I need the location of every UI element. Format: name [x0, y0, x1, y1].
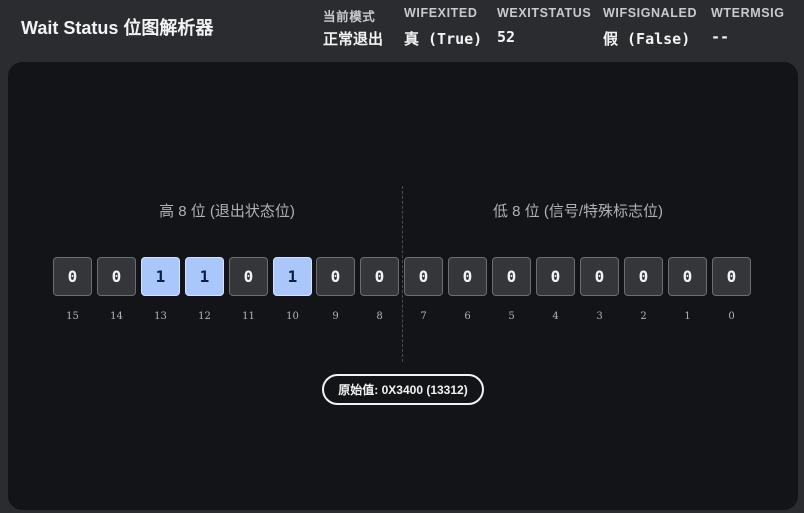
stat-wifexited-label: WIFEXITED	[404, 6, 478, 20]
bit-index-label-1: 1	[684, 311, 691, 322]
bit-cell-15[interactable]: 0	[53, 257, 92, 296]
bit-index-label-8: 8	[376, 311, 383, 322]
stat-mode: 当前模式 正常退出	[323, 6, 383, 49]
bit-index-label-9: 9	[332, 311, 339, 322]
app-title: Wait Status 位图解析器	[21, 18, 214, 38]
stat-wtermsig: WTERMSIG --	[711, 6, 785, 46]
bit-index-label-12: 12	[198, 311, 211, 322]
bit-cell-0[interactable]: 0	[712, 257, 751, 296]
stat-mode-label: 当前模式	[323, 10, 376, 24]
stat-wtermsig-label: WTERMSIG	[711, 6, 785, 20]
bit-index-label-14: 14	[110, 311, 123, 322]
stat-wexitstatus-label: WEXITSTATUS	[497, 6, 592, 20]
top-bar: Wait Status 位图解析器 当前模式 正常退出 WIFEXITED 真 …	[0, 0, 804, 58]
stat-wexitstatus-value: 52	[497, 28, 516, 46]
bit-cell-4[interactable]: 0	[536, 257, 575, 296]
bit-index-label-5: 5	[508, 311, 515, 322]
bit-cell-2[interactable]: 0	[624, 257, 663, 296]
bit-index-label-11: 11	[242, 311, 255, 322]
bit-cell-11[interactable]: 0	[229, 257, 268, 296]
bit-cell-6[interactable]: 0	[448, 257, 487, 296]
low-bits-title: 低 8 位 (信号/特殊标志位)	[492, 203, 664, 220]
bit-cell-14[interactable]: 0	[97, 257, 136, 296]
stat-wexitstatus: WEXITSTATUS 52	[497, 6, 591, 46]
bit-index-label-2: 2	[640, 311, 647, 322]
bit-cell-7[interactable]: 0	[404, 257, 443, 296]
stat-wifexited-value: 真 (True)	[404, 30, 483, 48]
bit-cell-8[interactable]: 0	[360, 257, 399, 296]
bit-index-label-0: 0	[728, 311, 735, 322]
bit-cell-9[interactable]: 0	[316, 257, 355, 296]
bit-row: 0 15 0 14 1 13 1 12 0 11 1 10 0 9 0 8 0 7 0 6 0 5 0 4 0 3 0 2 0 1 0 0	[53, 257, 753, 327]
bit-index-label-3: 3	[596, 311, 603, 322]
bit-cell-5[interactable]: 0	[492, 257, 531, 296]
stat-wifexited: WIFEXITED 真 (True)	[404, 6, 482, 49]
bit-cell-10[interactable]: 1	[273, 257, 312, 296]
stat-mode-value: 正常退出	[323, 30, 384, 48]
stat-wtermsig-value: --	[711, 28, 730, 46]
bit-cell-13[interactable]: 1	[141, 257, 180, 296]
bit-index-label-13: 13	[154, 311, 167, 322]
high-bits-title: 高 8 位 (退出状态位)	[159, 203, 295, 220]
bit-index-label-15: 15	[66, 311, 79, 322]
stat-wifsignaled-value: 假 (False)	[603, 30, 691, 48]
bit-index-label-4: 4	[552, 311, 559, 322]
bit-index-label-6: 6	[464, 311, 471, 322]
bit-cell-3[interactable]: 0	[580, 257, 619, 296]
raw-value-badge: 原始值: 0X3400 (13312)	[322, 374, 484, 405]
stat-wifsignaled-label: WIFSIGNALED	[603, 6, 698, 20]
stat-wifsignaled: WIFSIGNALED 假 (False)	[603, 6, 697, 49]
bit-index-label-10: 10	[286, 311, 299, 322]
bit-index-label-7: 7	[420, 311, 427, 322]
bitmap-panel: 高 8 位 (退出状态位) 低 8 位 (信号/特殊标志位) 0 15 0 14 1 13…	[8, 62, 798, 510]
bit-cell-12[interactable]: 1	[185, 257, 224, 296]
bit-cell-1[interactable]: 0	[668, 257, 707, 296]
